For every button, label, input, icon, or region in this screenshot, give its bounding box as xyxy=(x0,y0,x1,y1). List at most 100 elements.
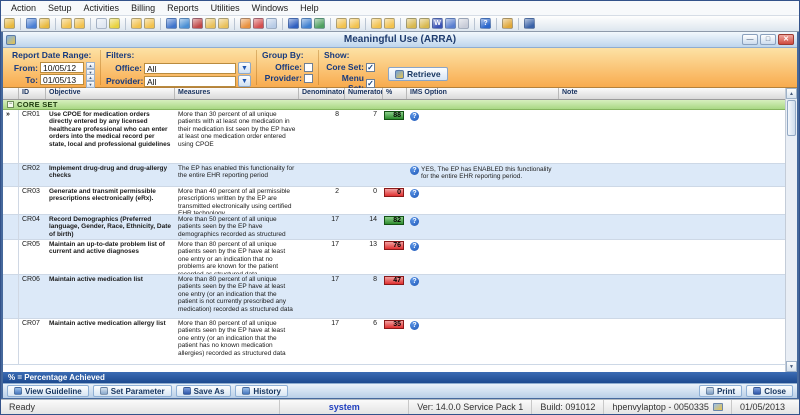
header-objective[interactable]: Objective xyxy=(46,88,175,99)
group-row-core-set[interactable]: − CORE SET xyxy=(3,100,785,110)
runner-icon[interactable] xyxy=(253,18,264,29)
menu-item-reports[interactable]: Reports xyxy=(161,2,205,14)
menu-item-setup[interactable]: Setup xyxy=(42,2,78,14)
header-ims-option[interactable]: IMS Option xyxy=(407,88,559,99)
menu-item-windows[interactable]: Windows xyxy=(246,2,295,14)
menu-item-activities[interactable]: Activities xyxy=(78,2,126,14)
header-measures[interactable]: Measures xyxy=(175,88,299,99)
spin-up-icon[interactable]: ▲ xyxy=(86,62,95,69)
to-date-spinner[interactable]: ▲ ▼ xyxy=(86,74,95,85)
table-row[interactable]: CR06 Maintain active medication list Mor… xyxy=(3,275,785,319)
toolbar: W? xyxy=(1,16,799,32)
table-row[interactable]: CR02 Implement drug-drug and drug-allerg… xyxy=(3,164,785,187)
help-icon[interactable]: ? xyxy=(410,189,419,198)
table-row[interactable]: CR03 Generate and transmit permissible p… xyxy=(3,187,785,215)
view-guideline-button[interactable]: View Guideline xyxy=(7,385,89,397)
table-row[interactable]: » CR01 Use CPOE for medication orders di… xyxy=(3,110,785,164)
menu-item-billing[interactable]: Billing xyxy=(125,2,161,14)
mail-import-icon[interactable] xyxy=(406,18,417,29)
help-icon[interactable]: ? xyxy=(410,217,419,226)
cube-icon[interactable] xyxy=(179,18,190,29)
help-icon[interactable]: ? xyxy=(480,18,491,29)
from-date-input[interactable]: 10/05/12 xyxy=(40,62,84,73)
folder-gear-icon[interactable] xyxy=(349,18,360,29)
header-id[interactable]: ID xyxy=(19,88,46,99)
to-date-input[interactable]: 01/05/13 xyxy=(40,74,84,85)
folder-user-icon[interactable] xyxy=(336,18,347,29)
folder-open-icon[interactable] xyxy=(61,18,72,29)
status-version: Ver: 14.0.0 Service Pack 1 xyxy=(409,400,532,414)
header-denominator[interactable]: Denominator xyxy=(299,88,345,99)
close-report-button[interactable]: Close xyxy=(746,385,793,397)
percent-badge: 76 xyxy=(384,241,404,250)
group-provider-checkbox[interactable] xyxy=(304,74,313,83)
group-office-label: Office: xyxy=(262,62,302,72)
user-edit-icon[interactable] xyxy=(39,18,50,29)
help-icon[interactable]: ? xyxy=(410,166,419,175)
mail-receive-icon[interactable] xyxy=(218,18,229,29)
help-icon[interactable]: ? xyxy=(410,277,419,286)
scroll-up-icon[interactable]: ▲ xyxy=(786,88,797,99)
close-button[interactable]: ✕ xyxy=(778,34,794,45)
chart-report-icon[interactable] xyxy=(384,18,395,29)
office-dropdown-icon[interactable]: ▼ xyxy=(238,62,251,74)
chart-up-icon[interactable] xyxy=(371,18,382,29)
header-numerator[interactable]: Numerator xyxy=(345,88,383,99)
retrieve-button[interactable]: Retrieve xyxy=(388,67,448,81)
flask-icon[interactable] xyxy=(109,18,120,29)
lock-icon[interactable] xyxy=(502,18,513,29)
office-input[interactable]: All xyxy=(144,63,236,74)
history-button[interactable]: History xyxy=(235,385,288,397)
globe-blue-icon[interactable] xyxy=(301,18,312,29)
books-icon[interactable] xyxy=(192,18,203,29)
card-icon[interactable] xyxy=(131,18,142,29)
spin-up-icon[interactable]: ▲ xyxy=(86,74,95,81)
minimize-button[interactable]: — xyxy=(742,34,758,45)
diamond-icon[interactable] xyxy=(166,18,177,29)
vertical-scrollbar[interactable]: ▲ ▼ xyxy=(785,88,797,372)
help-icon[interactable]: ? xyxy=(410,321,419,330)
scrollbar-thumb[interactable] xyxy=(787,100,796,136)
help-icon[interactable]: ? xyxy=(410,112,419,121)
user-icon[interactable] xyxy=(4,18,15,29)
selected-row-indicator xyxy=(3,187,19,214)
header-note[interactable]: Note xyxy=(559,88,785,99)
document-icon[interactable] xyxy=(96,18,107,29)
mail-forward-icon[interactable] xyxy=(205,18,216,29)
provider-input[interactable]: All xyxy=(144,76,236,87)
mail-export-icon[interactable] xyxy=(419,18,430,29)
maximize-button[interactable]: □ xyxy=(760,34,776,45)
collapse-icon[interactable]: − xyxy=(7,101,14,108)
set-parameter-button[interactable]: Set Parameter xyxy=(93,385,172,397)
menu-item-utilities[interactable]: Utilities xyxy=(205,2,246,14)
header-percent[interactable]: % xyxy=(383,88,407,99)
card-edit-icon[interactable] xyxy=(144,18,155,29)
window-icon[interactable] xyxy=(240,18,251,29)
spreadsheet-icon[interactable] xyxy=(445,18,456,29)
core-set-checkbox[interactable]: ✓ xyxy=(366,63,375,72)
spin-down-icon[interactable]: ▼ xyxy=(86,81,95,88)
table-row[interactable]: CR05 Maintain an up-to-date problem list… xyxy=(3,240,785,275)
provider-dropdown-icon[interactable]: ▼ xyxy=(238,75,251,87)
users-icon[interactable] xyxy=(26,18,37,29)
globe-green-icon[interactable] xyxy=(314,18,325,29)
group-by-section: Group By: Office: Provider: xyxy=(257,50,319,85)
toolbar-separator xyxy=(365,18,366,30)
table-row[interactable]: CR04 Record Demographics (Preferred lang… xyxy=(3,215,785,240)
grid-icon[interactable] xyxy=(458,18,469,29)
menu-item-action[interactable]: Action xyxy=(5,2,42,14)
table-row[interactable]: CR07 Maintain active medication allergy … xyxy=(3,319,785,365)
help-icon[interactable]: ? xyxy=(410,242,419,251)
note-icon[interactable] xyxy=(266,18,277,29)
save-as-button[interactable]: Save As xyxy=(176,385,232,397)
word-icon[interactable]: W xyxy=(432,18,443,29)
back-arrow-icon[interactable] xyxy=(288,18,299,29)
group-office-checkbox[interactable] xyxy=(304,63,313,72)
exit-icon[interactable] xyxy=(524,18,535,29)
scroll-down-icon[interactable]: ▼ xyxy=(786,361,797,372)
menu-item-help[interactable]: Help xyxy=(294,2,325,14)
print-button[interactable]: Print xyxy=(699,385,742,397)
from-date-spinner[interactable]: ▲ ▼ xyxy=(86,62,95,73)
folder-edit-icon[interactable] xyxy=(74,18,85,29)
menu-set-checkbox[interactable]: ✓ xyxy=(366,79,375,88)
